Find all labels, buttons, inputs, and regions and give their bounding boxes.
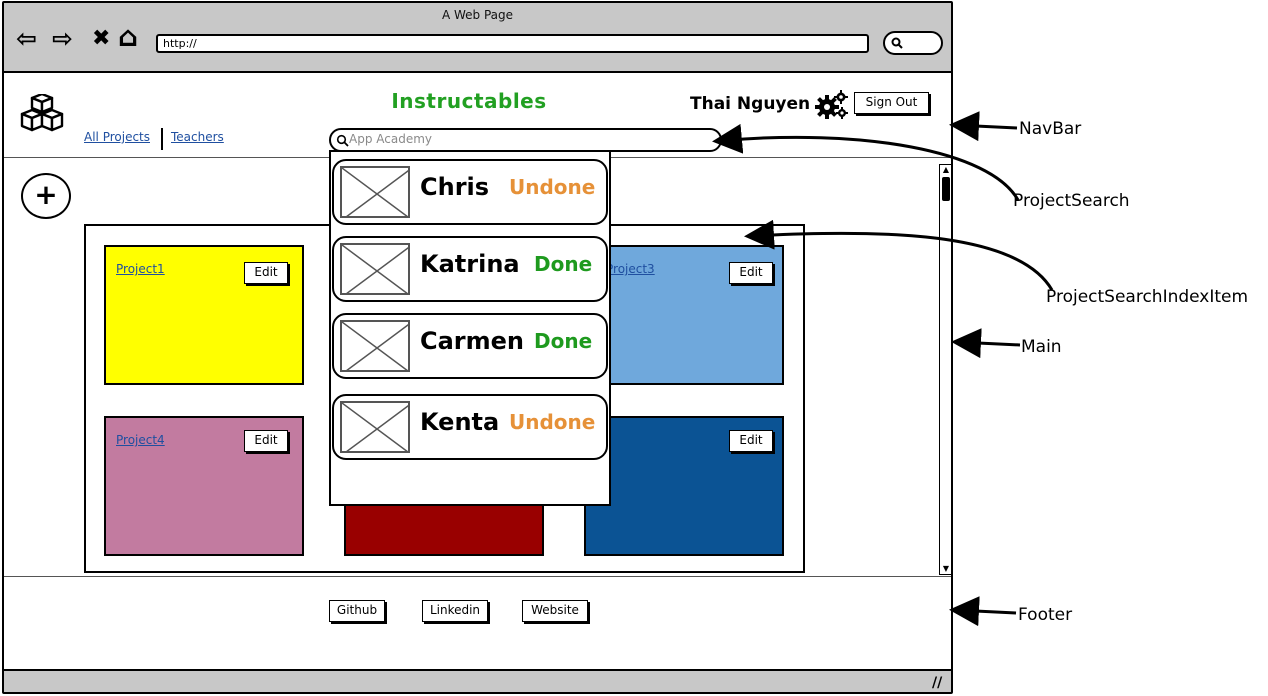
annotation-footer: Footer [1018,605,1073,625]
project-search-arrow [712,123,1020,201]
annotation-navbar: NavBar [1019,119,1082,139]
annotation-main: Main [1021,337,1062,357]
main-arrow [951,328,1021,359]
project-search-item-arrow [744,219,1054,291]
annotation-project-search-index-item: ProjectSearchIndexItem [1046,287,1249,307]
annotation-arrows [712,111,1054,627]
navbar-arrow [949,111,1018,142]
footer-arrow [949,596,1017,627]
annotation-project-search: ProjectSearch [1013,191,1130,211]
